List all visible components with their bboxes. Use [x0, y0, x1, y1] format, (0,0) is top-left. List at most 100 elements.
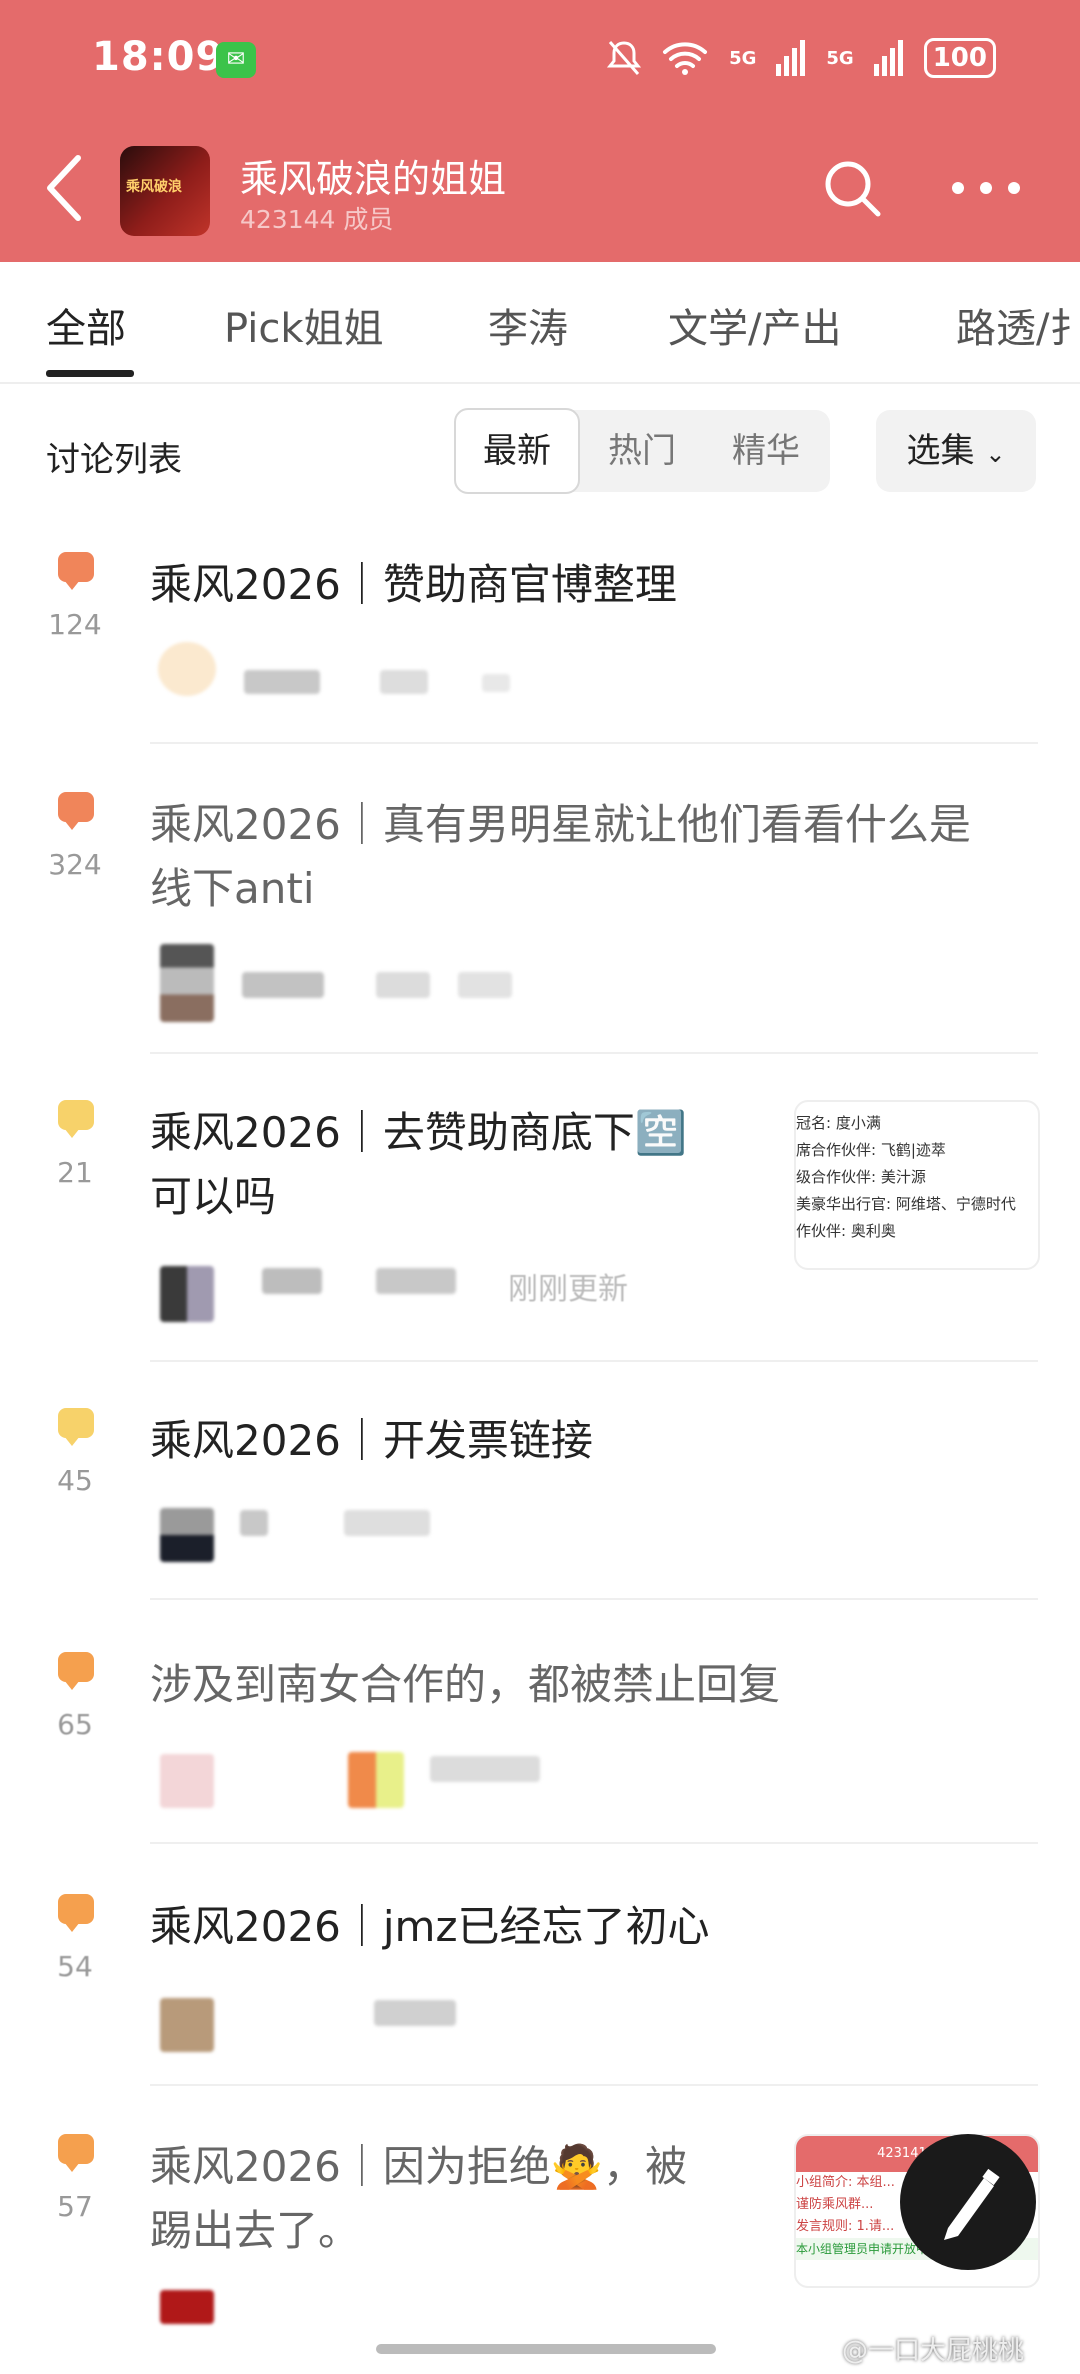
discussion-list-label: 讨论列表	[46, 440, 182, 480]
author-name-blur	[240, 1510, 268, 1536]
comment-count: 45	[57, 1464, 93, 1497]
meta-blur	[344, 1510, 430, 1536]
comment-bubble-icon	[58, 1100, 94, 1138]
member-count: 423144 成员	[240, 205, 394, 234]
sort-segment: 最新 热门 精华	[454, 408, 830, 494]
author-name-blur	[244, 670, 320, 694]
author-avatar	[158, 642, 216, 696]
watermark: @一口大屁桃桃	[842, 2336, 1025, 2366]
comment-count: 21	[57, 1156, 93, 1189]
group-avatar-text: 乘风破浪	[126, 179, 182, 195]
thumb-line: 级合作伙伴: 美汁源	[796, 1168, 926, 1186]
author-name-blur	[242, 972, 324, 998]
author-name-blur	[430, 1756, 540, 1782]
collection-label: 选集	[906, 431, 975, 471]
signal-5g-icon-2: 5G	[826, 47, 854, 69]
author-avatar	[160, 1508, 214, 1562]
comment-bubble-icon	[58, 1408, 94, 1446]
tab-all[interactable]: 全部	[46, 296, 126, 354]
meta-blur	[376, 1268, 456, 1294]
active-tab-indicator	[46, 370, 134, 377]
battery-icon: 100	[923, 38, 996, 78]
post-title: 乘风2026｜jmz已经忘了初心	[150, 1902, 710, 1951]
post-title-line1: 乘风2026｜真有男明星就让他们看看什么是	[150, 800, 971, 849]
tab-literature[interactable]: 文学/产出	[668, 296, 841, 354]
comment-count: 57	[57, 2190, 93, 2223]
post-title: 乘风2026｜赞助商官博整理	[150, 560, 677, 609]
group-header: 18:09 ✉ 5G 5G 100 乘风破浪 乘风破浪的姐姐 423144 成员	[0, 0, 1080, 262]
thumb-line: 美豪华出行官: 阿维塔、宁德时代	[796, 1195, 1016, 1213]
comment-count: 65	[57, 1708, 93, 1741]
post-title-line1: 乘风2026｜去赞助商底下🈳	[150, 1108, 688, 1157]
thumb-line: 冠名: 度小满	[796, 1114, 881, 1132]
post-item[interactable]: 21 乘风2026｜去赞助商底下🈳 可以吗 刚刚更新 冠名: 度小满 席合作伙伴…	[0, 1100, 1080, 1362]
post-item[interactable]: 65 涉及到南女合作的，都被禁止回复	[0, 1652, 1080, 1844]
post-item[interactable]: 45 乘风2026｜开发票链接	[0, 1408, 1080, 1600]
thumb-line: 席合作伙伴: 飞鹤|迹萃	[796, 1141, 946, 1159]
signal-5g-icon: 5G	[729, 47, 757, 69]
post-title: 乘风2026｜开发票链接	[150, 1416, 593, 1465]
sort-latest-button[interactable]: 最新	[454, 408, 580, 494]
group-avatar[interactable]: 乘风破浪	[120, 146, 210, 236]
comment-bubble-icon	[58, 1894, 94, 1932]
comment-bubble-icon	[58, 1652, 94, 1690]
meta-blur-2	[482, 674, 510, 692]
category-tabs: 全部 Pick姐姐 李涛 文学/产出 路透/扌	[0, 262, 1080, 384]
comment-bubble-icon	[58, 2134, 94, 2172]
post-title-line2: 线下anti	[150, 864, 315, 913]
status-time: 18:09	[92, 34, 225, 80]
divider	[150, 1360, 1038, 1362]
comment-count: 124	[48, 608, 102, 641]
post-thumbnail[interactable]: 冠名: 度小满 席合作伙伴: 飞鹤|迹萃 级合作伙伴: 美汁源 美豪华出行官: …	[794, 1100, 1040, 1270]
author-name-blur	[374, 2000, 456, 2026]
mute-icon	[607, 41, 642, 75]
divider	[150, 1842, 1038, 1844]
author-avatar	[160, 2290, 214, 2324]
chevron-down-icon: ⌄	[985, 440, 1006, 468]
comment-count: 54	[57, 1950, 93, 1983]
back-icon[interactable]	[34, 150, 94, 226]
signal-bars-icon	[776, 40, 806, 76]
author-avatar	[160, 1754, 214, 1808]
author-avatar	[160, 1998, 214, 2052]
post-item[interactable]: 54 乘风2026｜jmz已经忘了初心	[0, 1894, 1080, 2086]
post-title: 涉及到南女合作的，都被禁止回复	[150, 1660, 781, 1709]
group-name: 乘风破浪的姐姐	[240, 157, 507, 201]
divider	[150, 1052, 1038, 1054]
status-icons: 5G 5G 100	[607, 36, 996, 80]
status-bar: 18:09 ✉ 5G 5G 100	[0, 0, 1080, 120]
author-avatar-2	[348, 1752, 404, 1808]
home-indicator[interactable]	[376, 2344, 716, 2354]
thumb-line: 作伙伴: 奥利奥	[796, 1222, 896, 1240]
divider	[150, 2084, 1038, 2086]
post-title-line2: 踢出去了。	[150, 2206, 361, 2255]
comment-bubble-icon	[58, 792, 94, 830]
compose-button[interactable]	[900, 2134, 1036, 2270]
author-avatar	[160, 1266, 214, 1322]
pen-icon	[944, 2168, 1000, 2240]
meta-blur-2	[458, 972, 512, 998]
comment-bubble-icon	[58, 552, 94, 590]
wifi-icon	[663, 42, 708, 75]
updated-time: 刚刚更新	[508, 1272, 628, 1307]
collection-dropdown[interactable]: 选集 ⌄	[876, 410, 1036, 492]
divider	[150, 1598, 1038, 1600]
author-name-blur	[262, 1268, 322, 1294]
post-title-line2: 可以吗	[150, 1172, 277, 1221]
post-item[interactable]: 324 乘风2026｜真有男明星就让他们看看什么是 线下anti	[0, 792, 1080, 1054]
post-item[interactable]: 124 乘风2026｜赞助商官博整理	[0, 552, 1080, 744]
comment-count: 324	[48, 848, 102, 881]
post-title-line1: 乘风2026｜因为拒绝🙅，被	[150, 2142, 688, 2191]
more-icon[interactable]	[944, 160, 1028, 216]
group-topbar: 乘风破浪 乘风破浪的姐姐 423144 成员	[0, 120, 1080, 262]
meta-blur	[380, 670, 428, 694]
tab-spoilers[interactable]: 路透/扌	[956, 296, 1080, 354]
tab-litao[interactable]: 李涛	[488, 296, 568, 354]
filter-bar: 讨论列表 最新 热门 精华 选集 ⌄	[0, 384, 1080, 514]
author-avatar	[160, 944, 214, 1022]
wechat-notification-icon: ✉	[216, 42, 256, 78]
search-icon[interactable]	[820, 156, 884, 220]
tab-pick[interactable]: Pick姐姐	[224, 296, 384, 354]
sort-featured-button[interactable]: 精华	[704, 410, 828, 492]
sort-hot-button[interactable]: 热门	[580, 410, 704, 492]
